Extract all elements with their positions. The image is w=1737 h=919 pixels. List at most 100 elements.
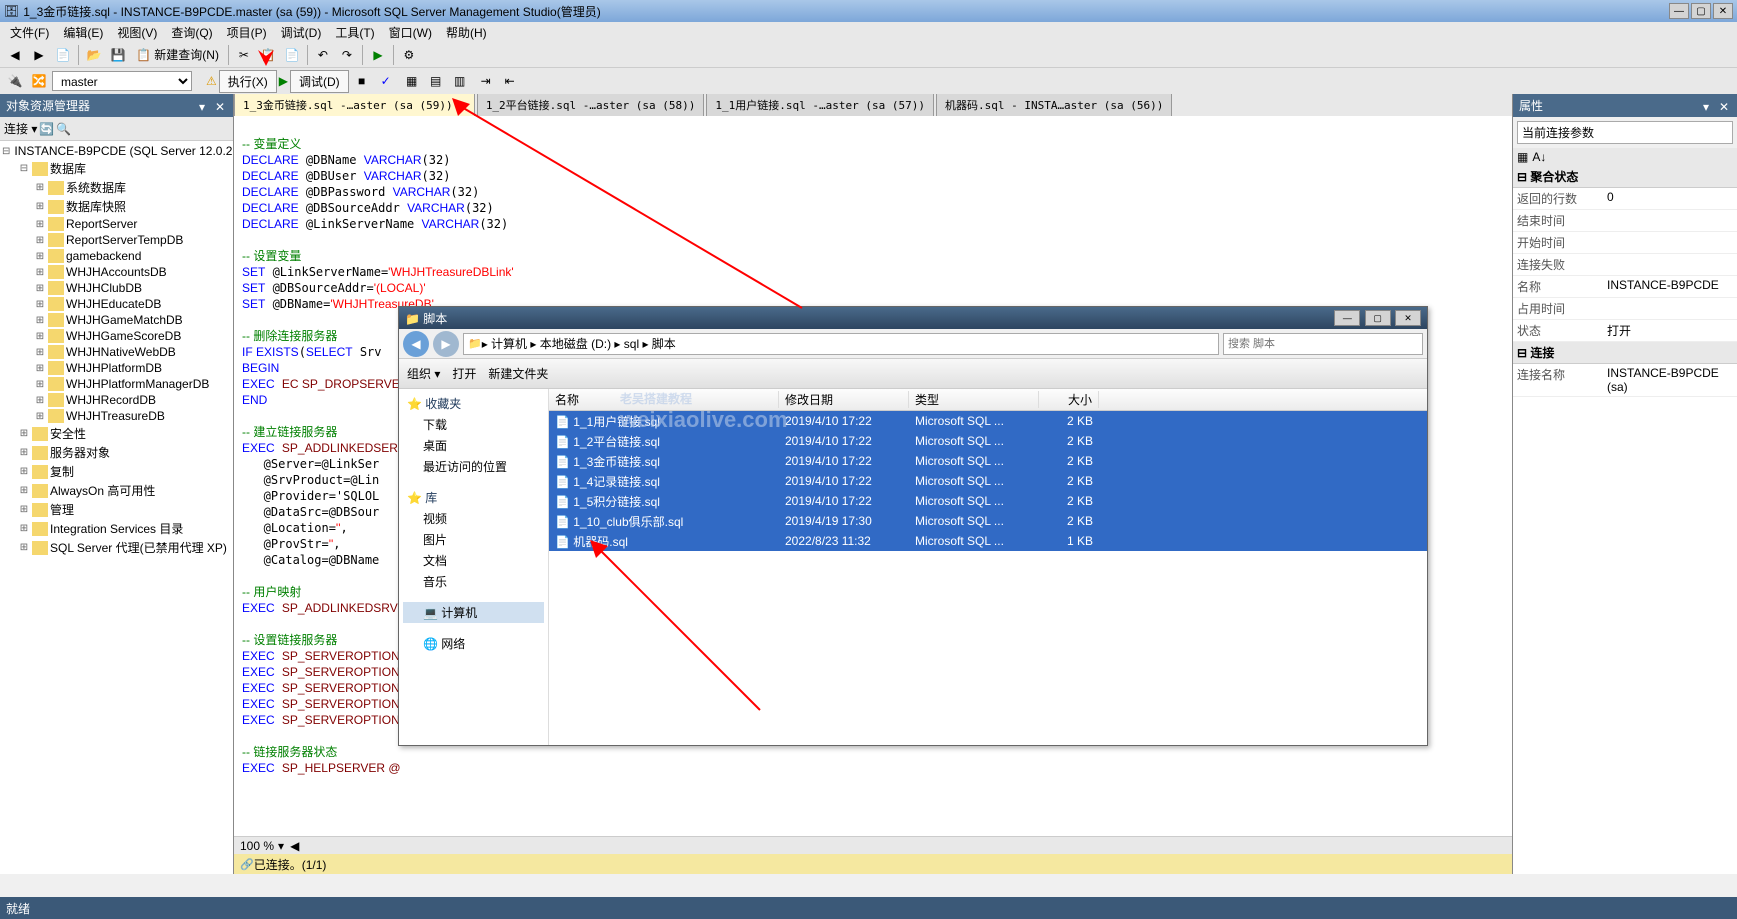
nav-forward-button[interactable]: ▶ (433, 331, 459, 357)
menu-item[interactable]: 调试(D) (275, 22, 328, 43)
tool-icon[interactable]: ⚙ (398, 44, 420, 66)
close-button[interactable]: ✕ (1713, 3, 1733, 19)
tree-node[interactable]: ⊞数据库快照 (2, 197, 231, 216)
close-panel-icon[interactable]: ✕ (215, 100, 227, 112)
tree-node[interactable]: ⊞WHJHGameMatchDB (2, 312, 231, 328)
menu-item[interactable]: 文件(F) (4, 22, 55, 43)
file-icon[interactable]: ▥ (449, 70, 471, 92)
pin-icon[interactable]: ▾ (1703, 100, 1715, 112)
menu-item[interactable]: 项目(P) (221, 22, 273, 43)
address-bar[interactable]: 📁 ▸ 计算机 ▸ 本地磁盘 (D:) ▸ sql ▸ 脚本 (463, 333, 1219, 355)
tree-node[interactable]: ⊞gamebackend (2, 248, 231, 264)
search-input[interactable] (1223, 333, 1423, 355)
file-row[interactable]: 📄 1_2平台链接.sql2019/4/10 17:22Microsoft SQ… (549, 431, 1427, 451)
toolbar-item[interactable]: 新建文件夹 (488, 365, 548, 382)
file-list[interactable]: 名称 修改日期 类型 大小 📄 1_1用户链接.sql2019/4/10 17:… (549, 389, 1427, 745)
grid-icon[interactable]: ▦ (401, 70, 423, 92)
close-button[interactable]: ✕ (1395, 310, 1421, 326)
indent-icon[interactable]: ⇥ (475, 70, 497, 92)
maximize-button[interactable]: ▢ (1691, 3, 1711, 19)
text-icon[interactable]: ▤ (425, 70, 447, 92)
menu-item[interactable]: 编辑(E) (57, 22, 109, 43)
file-row[interactable]: 📄 机器码.sql2022/8/23 11:32Microsoft SQL ..… (549, 531, 1427, 551)
tree-node[interactable]: ⊞AlwaysOn 高可用性 (2, 481, 231, 500)
menu-item[interactable]: 工具(T) (329, 22, 380, 43)
tree-node[interactable]: ⊞复制 (2, 462, 231, 481)
editor-tab[interactable]: 1_1用户链接.sql -…aster (sa (57)) (706, 94, 934, 116)
toolbar-item[interactable]: 组织 ▾ (407, 365, 440, 382)
tree-node[interactable]: ⊞WHJHGameScoreDB (2, 328, 231, 344)
filter-icon[interactable]: 🔍 (56, 122, 71, 136)
file-row[interactable]: 📄 1_5积分链接.sql2019/4/10 17:22Microsoft SQ… (549, 491, 1427, 511)
editor-tab[interactable]: 机器码.sql - INSTA…aster (sa (56)) (936, 94, 1172, 116)
col-type[interactable]: 类型 (909, 391, 1039, 408)
save-icon[interactable]: 💾 (107, 44, 129, 66)
stop-icon[interactable]: ■ (351, 70, 373, 92)
tree-node[interactable]: ⊞WHJHPlatformDB (2, 360, 231, 376)
file-row[interactable]: 📄 1_10_club俱乐部.sql2019/4/19 17:30Microso… (549, 511, 1427, 531)
menu-item[interactable]: 帮助(H) (440, 22, 493, 43)
redo-icon[interactable]: ↷ (336, 44, 358, 66)
tree-node[interactable]: ⊞WHJHPlatformManagerDB (2, 376, 231, 392)
copy-icon[interactable]: 📋 (257, 44, 279, 66)
undo-icon[interactable]: ↶ (312, 44, 334, 66)
tree-node[interactable]: ⊞安全性 (2, 424, 231, 443)
tree-node[interactable]: ⊞ReportServerTempDB (2, 232, 231, 248)
properties-subtitle[interactable]: 当前连接参数 (1517, 121, 1733, 144)
toolbar-item[interactable]: 打开 (452, 365, 476, 382)
tree-node[interactable]: ⊞SQL Server 代理(已禁用代理 XP) (2, 538, 231, 557)
zoom-value[interactable]: 100 % (240, 839, 274, 853)
minimize-button[interactable]: — (1334, 310, 1360, 326)
object-tree[interactable]: ⊟INSTANCE-B9PCDE (SQL Server 12.0.20⊟数据库… (0, 141, 233, 874)
tree-node[interactable]: ⊟数据库 (2, 159, 231, 178)
categorize-icon[interactable]: ▦ (1517, 150, 1528, 164)
menu-item[interactable]: 视图(V) (111, 22, 163, 43)
col-size[interactable]: 大小 (1039, 391, 1099, 408)
change-conn-icon[interactable]: 🔀 (28, 70, 50, 92)
new-query-button[interactable]: 📋 新建查询(N) (131, 44, 224, 66)
tree-node[interactable]: ⊟INSTANCE-B9PCDE (SQL Server 12.0.20 (2, 143, 231, 159)
outdent-icon[interactable]: ⇤ (499, 70, 521, 92)
tree-node[interactable]: ⊞ReportServer (2, 216, 231, 232)
tree-node[interactable]: ⊞WHJHNativeWebDB (2, 344, 231, 360)
play-icon[interactable]: ▶ (279, 74, 288, 88)
col-date[interactable]: 修改日期 (779, 391, 909, 408)
debug-button[interactable]: 调试(D) (290, 70, 349, 93)
connect-dropdown[interactable]: 连接 ▾ (4, 120, 37, 137)
col-name[interactable]: 名称 (549, 391, 779, 408)
open-icon[interactable]: 📂 (83, 44, 105, 66)
connect-icon[interactable]: 🔌 (4, 70, 26, 92)
tree-node[interactable]: ⊞WHJHTreasureDB (2, 408, 231, 424)
tree-node[interactable]: ⊞WHJHClubDB (2, 280, 231, 296)
file-row[interactable]: 📄 1_3金币链接.sql2019/4/10 17:22Microsoft SQ… (549, 451, 1427, 471)
tree-node[interactable]: ⊞WHJHEducateDB (2, 296, 231, 312)
check-icon[interactable]: ✓ (375, 70, 397, 92)
forward-icon[interactable]: ▶ (28, 44, 50, 66)
editor-tab[interactable]: 1_3金币链接.sql -…aster (sa (59)) × (234, 94, 475, 116)
play-icon[interactable]: ▶ (367, 44, 389, 66)
tree-node[interactable]: ⊞管理 (2, 500, 231, 519)
back-icon[interactable]: ◀ (4, 44, 26, 66)
tree-node[interactable]: ⊞服务器对象 (2, 443, 231, 462)
minimize-button[interactable]: — (1669, 3, 1689, 19)
column-headers[interactable]: 名称 修改日期 类型 大小 (549, 389, 1427, 411)
nav-back-button[interactable]: ◀ (403, 331, 429, 357)
file-row[interactable]: 📄 1_1用户链接.sql2019/4/10 17:22Microsoft SQ… (549, 411, 1427, 431)
pin-icon[interactable]: ▾ (199, 100, 211, 112)
tree-node[interactable]: ⊞WHJHAccountsDB (2, 264, 231, 280)
refresh-icon[interactable]: 🔄 (39, 122, 54, 136)
new-query-icon[interactable]: 📄 (52, 44, 74, 66)
close-panel-icon[interactable]: ✕ (1719, 100, 1731, 112)
file-explorer-window[interactable]: 📁 脚本 — ▢ ✕ ◀ ▶ 📁 ▸ 计算机 ▸ 本地磁盘 (D:) ▸ sql… (398, 306, 1428, 746)
explorer-sidebar[interactable]: ⭐ 收藏夹下载桌面最近访问的位置⭐ 库视频图片文档音乐💻 计算机🌐 网络 (399, 389, 549, 745)
execute-button[interactable]: 执行(X) (219, 70, 277, 93)
file-row[interactable]: 📄 1_4记录链接.sql2019/4/10 17:22Microsoft SQ… (549, 471, 1427, 491)
menu-item[interactable]: 查询(Q) (165, 22, 218, 43)
editor-tab[interactable]: 1_2平台链接.sql -…aster (sa (58)) (477, 94, 705, 116)
tree-node[interactable]: ⊞系统数据库 (2, 178, 231, 197)
maximize-button[interactable]: ▢ (1365, 310, 1391, 326)
alpha-icon[interactable]: A↓ (1532, 150, 1546, 164)
cut-icon[interactable]: ✂ (233, 44, 255, 66)
tree-node[interactable]: ⊞Integration Services 目录 (2, 519, 231, 538)
menu-item[interactable]: 窗口(W) (383, 22, 438, 43)
